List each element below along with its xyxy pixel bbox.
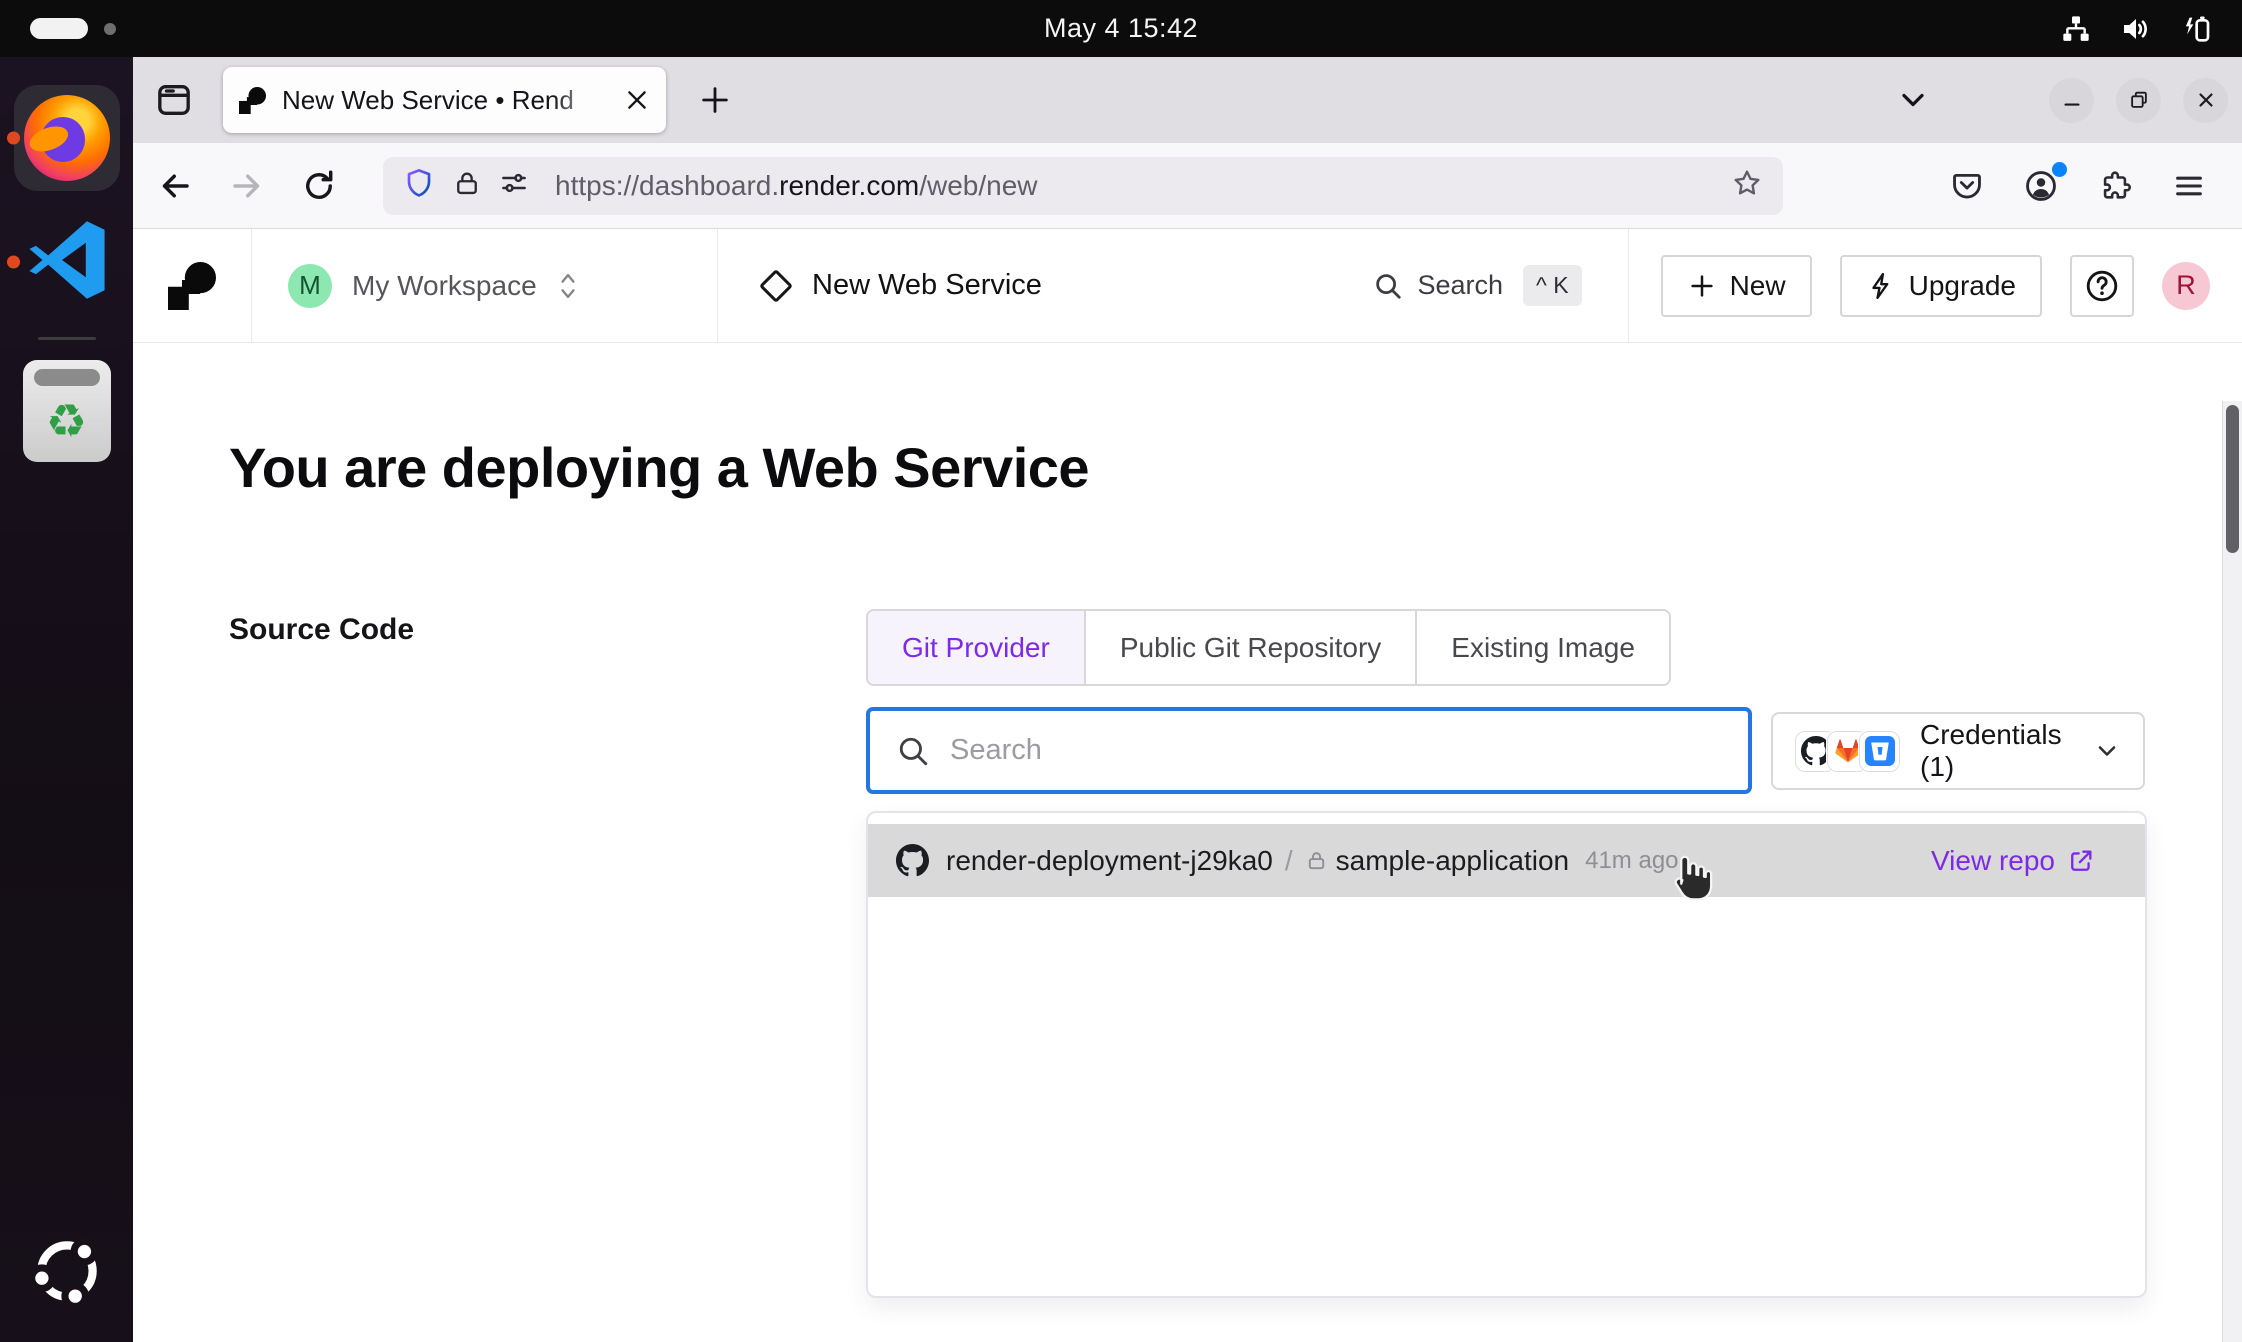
credential-provider-icons (1795, 731, 1900, 772)
user-avatar[interactable]: R (2162, 262, 2210, 310)
help-button[interactable] (2070, 255, 2134, 317)
url-bar[interactable]: https://dashboard.render.com/web/new (383, 157, 1783, 215)
running-indicator-icon (7, 132, 20, 145)
tab-public-git-repository[interactable]: Public Git Repository (1086, 611, 1417, 684)
firefox-window: New Web Service • Rend https://dashboard… (133, 57, 2242, 1342)
activities-indicator[interactable] (30, 18, 88, 39)
hamburger-menu-icon[interactable] (2168, 165, 2210, 207)
repo-updated-time: 41m ago (1585, 847, 1678, 875)
tab-existing-image[interactable]: Existing Image (1417, 611, 1669, 684)
main-content: You are deploying a Web Service Source C… (133, 343, 2242, 1342)
vscode-icon (21, 214, 113, 311)
dock-divider (38, 337, 96, 340)
ubuntu-logo-icon (26, 1230, 108, 1312)
page-scrollbar[interactable] (2222, 401, 2242, 1342)
dock: ♻ (0, 57, 133, 1342)
tab-close-icon[interactable] (624, 87, 650, 113)
dock-item-vscode[interactable] (0, 207, 133, 317)
new-tab-button[interactable] (688, 73, 742, 127)
view-repo-link[interactable]: View repo (1931, 845, 2095, 877)
list-all-tabs-button[interactable] (1895, 82, 1931, 118)
external-link-icon (2067, 847, 2095, 875)
search-label: Search (1417, 270, 1503, 301)
window-close-button[interactable] (2183, 78, 2228, 123)
dashboard-header: M My Workspace New Web Service Search ^ … (133, 229, 2242, 343)
upgrade-button[interactable]: Upgrade (1840, 255, 2042, 317)
back-button[interactable] (151, 162, 199, 210)
battery-icon (2180, 13, 2212, 45)
page-title: New Web Service (812, 269, 1042, 302)
credentials-dropdown[interactable]: Credentials (1) (1771, 712, 2145, 790)
bitbucket-icon (1859, 731, 1900, 772)
global-search[interactable]: Search ^ K (1373, 265, 1581, 306)
reload-button[interactable] (295, 162, 343, 210)
system-tray[interactable] (2060, 13, 2212, 45)
repo-search-field[interactable] (866, 707, 1752, 794)
search-shortcut-kbd: ^ K (1523, 265, 1582, 306)
forward-button[interactable] (223, 162, 271, 210)
chevron-down-icon (2093, 737, 2121, 765)
credentials-label: Credentials (1) (1920, 719, 2093, 783)
window-restore-button[interactable] (2116, 78, 2161, 123)
repo-search-input[interactable] (950, 734, 1722, 767)
chevron-updown-icon (555, 269, 581, 303)
lock-icon[interactable] (453, 169, 481, 202)
connection-settings-icon[interactable] (499, 168, 529, 203)
github-icon (896, 844, 929, 877)
running-indicator-icon (7, 256, 20, 269)
dock-item-firefox[interactable] (0, 83, 133, 193)
workspace-switcher[interactable]: M My Workspace (252, 229, 718, 342)
source-tabs: Git Provider Public Git Repository Exist… (866, 609, 1671, 686)
repo-name: sample-application (1336, 845, 1569, 877)
tab-title-fade (552, 75, 622, 125)
workspace-avatar: M (288, 264, 332, 308)
mouse-cursor-hand-icon (1666, 852, 1714, 906)
render-favicon-icon (239, 87, 266, 114)
tab-strip: New Web Service • Rend (133, 57, 2242, 143)
window-minimize-button[interactable] (2049, 78, 2094, 123)
system-top-bar: May 4 15:42 (0, 0, 2242, 57)
show-apps-button[interactable] (0, 1216, 133, 1326)
repo-list-panel: render-deployment-j29ka0 / sample-applic… (866, 811, 2147, 1298)
tab-git-provider[interactable]: Git Provider (868, 611, 1086, 684)
render-logo[interactable] (133, 229, 252, 342)
search-icon (896, 734, 930, 768)
url-text: https://dashboard.render.com/web/new (555, 170, 1038, 202)
header-middle: New Web Service Search ^ K (718, 229, 1629, 342)
trash-icon: ♻ (23, 360, 111, 462)
system-clock[interactable]: May 4 15:42 (1044, 13, 1198, 44)
account-notification-dot (2052, 162, 2067, 177)
volume-icon (2120, 13, 2152, 45)
page-heading: You are deploying a Web Service (229, 435, 1089, 500)
browser-tab[interactable]: New Web Service • Rend (223, 67, 666, 133)
service-diamond-icon (759, 269, 793, 303)
repo-row[interactable]: render-deployment-j29ka0 / sample-applic… (868, 824, 2145, 897)
repo-separator: / (1285, 845, 1293, 877)
browser-navbar: https://dashboard.render.com/web/new (133, 143, 2242, 229)
workspace-name: My Workspace (352, 270, 537, 302)
workspace-dot-icon (104, 23, 116, 35)
extensions-puzzle-icon[interactable] (2094, 165, 2136, 207)
bookmark-star-icon[interactable] (1731, 167, 1763, 204)
scrollbar-thumb[interactable] (2226, 405, 2239, 553)
repo-owner: render-deployment-j29ka0 (946, 845, 1273, 877)
firefox-view-button[interactable] (147, 73, 201, 127)
render-dashboard-page: M My Workspace New Web Service Search ^ … (133, 229, 2242, 1342)
network-icon (2060, 13, 2092, 45)
new-button[interactable]: New (1661, 255, 1812, 317)
dock-item-trash[interactable]: ♻ (0, 356, 133, 466)
tracking-shield-icon[interactable] (403, 167, 435, 204)
pocket-icon[interactable] (1946, 165, 1988, 207)
firefox-icon (24, 95, 110, 181)
account-icon[interactable] (2020, 165, 2062, 207)
source-code-label: Source Code (229, 613, 414, 647)
private-lock-icon (1305, 849, 1328, 872)
header-actions: New Upgrade R (1629, 229, 2242, 342)
